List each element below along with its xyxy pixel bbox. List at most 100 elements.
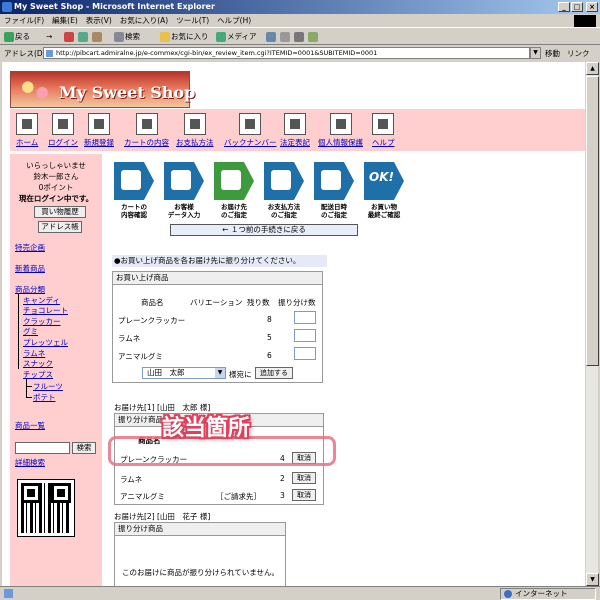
delivery-2-subtitle: 振り分け商品: [115, 523, 285, 536]
delivery-row-name: ラムネ: [120, 475, 143, 484]
header-assign-qty: 振り分け数: [278, 298, 316, 307]
refresh-icon[interactable]: [78, 29, 89, 45]
card-step-icon: [264, 162, 304, 200]
print-icon[interactable]: [294, 29, 305, 45]
ok-step-icon: OK!: [364, 162, 404, 200]
scroll-thumb[interactable]: [586, 76, 599, 366]
maximize-button[interactable]: □: [571, 2, 583, 12]
edit-icon[interactable]: [308, 29, 319, 45]
detailed-search-link[interactable]: 詳細検索: [15, 457, 45, 468]
nav-privacy[interactable]: 個人情報保護: [318, 113, 363, 148]
star-icon: [160, 32, 170, 42]
delivery-row-qty: 2: [280, 474, 285, 483]
stop-icon[interactable]: [64, 29, 75, 45]
purchase-history-button[interactable]: 買い物履歴: [34, 206, 86, 218]
special-sale-link[interactable]: 特売企画: [15, 242, 45, 253]
nav-legal[interactable]: 法定表記: [280, 113, 310, 148]
category-chips[interactable]: チップス: [23, 369, 53, 380]
subcategory-fruits[interactable]: フルーツ: [33, 381, 63, 392]
header-remaining: 残り数: [247, 298, 270, 307]
door-icon: [52, 113, 74, 135]
nav-help[interactable]: ヘルプ: [372, 113, 395, 148]
magnifier-icon: [114, 32, 124, 42]
welcome-text: いらっしゃいませ: [26, 161, 86, 170]
step-cart-confirm: カートの 内容確認: [114, 162, 154, 219]
menu-edit[interactable]: 編集(E): [48, 14, 82, 28]
assign-qty-input[interactable]: [294, 347, 316, 360]
subcategory-potato[interactable]: ポテト: [33, 392, 56, 403]
product-list-link[interactable]: 商品一覧: [15, 420, 45, 431]
back-arrow-icon: [4, 32, 14, 42]
nav-cart[interactable]: カートの内容: [124, 113, 169, 148]
menu-view[interactable]: 表示(V): [82, 14, 116, 28]
globe-icon: [504, 590, 512, 598]
vertical-scrollbar[interactable]: ▲ ▼: [585, 62, 599, 586]
envelope-icon: [280, 32, 290, 42]
delivery-2-title: お届け先[2] [山田 花子 様]: [114, 512, 211, 521]
sidebar-search-button[interactable]: 検索: [72, 442, 96, 454]
cart-step-icon: [114, 162, 154, 200]
shop-logo[interactable]: My Sweet Shop: [10, 71, 195, 108]
category-chocolate[interactable]: チョコレート: [23, 305, 68, 316]
nav-backnumber[interactable]: バックナンバー: [224, 113, 277, 148]
category-snack[interactable]: スナック: [23, 358, 53, 369]
search-button[interactable]: 検索: [114, 29, 140, 45]
go-button[interactable]: 移動: [545, 46, 560, 61]
scroll-up-icon[interactable]: ▲: [586, 62, 599, 75]
assign-qty-input[interactable]: [294, 329, 316, 342]
chevron-down-icon: ▼: [215, 368, 225, 378]
address-book-button[interactable]: アドレス帳: [38, 221, 82, 233]
minimize-button[interactable]: _: [558, 2, 570, 12]
address-input[interactable]: http://pibcart.admiralne.jp/e-commex/cgi…: [43, 47, 530, 59]
close-button[interactable]: ×: [586, 2, 598, 12]
links-button[interactable]: リンク: [567, 46, 590, 61]
page-icon: [46, 50, 53, 57]
history-icon[interactable]: [266, 29, 277, 45]
subtree-line: [26, 379, 27, 397]
category-gummy[interactable]: グミ: [23, 326, 38, 337]
menu-help[interactable]: ヘルプ(H): [213, 14, 255, 28]
nav-home[interactable]: ホーム: [16, 113, 38, 148]
menu-tools[interactable]: ツール(T): [172, 14, 213, 28]
recipient-select[interactable]: 山田 太郎 ▼: [142, 367, 226, 379]
home-icon[interactable]: [92, 29, 103, 45]
cancel-button[interactable]: 取消: [292, 489, 316, 501]
ie-icon: [2, 2, 12, 12]
points: 0ポイント: [38, 183, 74, 192]
person-icon: [329, 113, 352, 135]
forward-button[interactable]: →: [46, 29, 52, 45]
menu-favorites[interactable]: お気に入り(A): [116, 14, 172, 28]
nav-payment[interactable]: お支払方法: [176, 113, 214, 148]
new-items-link[interactable]: 新着商品: [15, 263, 45, 274]
sidebar-search-input[interactable]: [15, 442, 70, 454]
sweets-graphic-icon: [17, 76, 53, 104]
refresh-arrows-icon: [78, 32, 88, 42]
address-dropdown-button[interactable]: ▼: [530, 47, 541, 59]
truck-step-icon: [314, 162, 354, 200]
scroll-down-icon[interactable]: ▼: [586, 573, 599, 586]
back-step-button[interactable]: ← １つ前の手続きに戻る: [170, 224, 358, 236]
delivery-row-name: アニマルグミ: [120, 492, 165, 501]
nav-register[interactable]: 新規登録: [84, 113, 114, 148]
browser-toolbar: 戻る → 検索 お気に入り メディア: [0, 29, 600, 45]
category-pretzel[interactable]: プレッツェル: [23, 337, 68, 348]
assign-qty-input[interactable]: [294, 311, 316, 324]
cancel-button[interactable]: 取消: [292, 472, 316, 484]
step-delivery-address: お届け先 のご指定: [214, 162, 254, 219]
back-button[interactable]: 戻る: [4, 29, 30, 45]
main-navigation: ホーム ログイン 新規登録 カートの内容 お支払方法 バックナンバー 法定表記 …: [10, 109, 585, 151]
tree-line: [18, 294, 19, 369]
subtree-branch: [26, 386, 32, 387]
subtree-branch: [26, 397, 32, 398]
delivery-row-variation: ［ご請求先］: [216, 492, 261, 501]
favorites-button[interactable]: お気に入り: [160, 29, 209, 45]
step-delivery-date: 配送日時 のご指定: [314, 162, 354, 219]
purchase-row-name: ラムネ: [118, 334, 141, 343]
nav-login[interactable]: ログイン: [48, 113, 78, 148]
page-status-icon: [4, 589, 13, 598]
mail-icon[interactable]: [280, 29, 291, 45]
menu-file[interactable]: ファイル(F): [0, 14, 48, 28]
categories-link[interactable]: 商品分類: [15, 284, 45, 295]
media-button[interactable]: メディア: [216, 29, 256, 45]
add-button[interactable]: 追加する: [255, 367, 293, 379]
